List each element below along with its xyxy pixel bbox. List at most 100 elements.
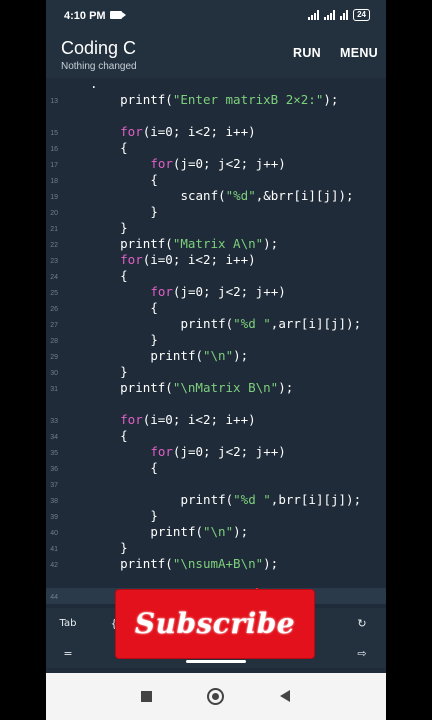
- code-line[interactable]: 39}: [46, 508, 386, 524]
- code-line[interactable]: 19 scanf("%d",&brr[i][j]);: [46, 188, 386, 204]
- code-text: }: [150, 508, 158, 524]
- code-token: printf(: [120, 236, 173, 251]
- code-line[interactable]: 42 printf("\nsumA+B\n");: [46, 556, 386, 572]
- code-line[interactable]: 28}: [46, 332, 386, 348]
- line-number: 34: [50, 434, 58, 441]
- code-line[interactable]: 23 for(i=0; i<2; i++): [46, 252, 386, 268]
- code-token: {: [120, 140, 128, 155]
- code-line[interactable]: 29 printf("\n");: [46, 348, 386, 364]
- code-text: {: [120, 268, 128, 284]
- code-editor[interactable]: . 13 printf("Enter matrixB 2×2:"); 15 for(i=…: [46, 78, 386, 608]
- code-token: printf(: [120, 92, 173, 107]
- code-line[interactable]: 40 printf("\n");: [46, 524, 386, 540]
- code-line[interactable]: .: [46, 78, 386, 92]
- code-line[interactable]: 18 {: [46, 172, 386, 188]
- code-line[interactable]: 17 for(j=0; j<2; j++): [46, 156, 386, 172]
- code-token: {: [150, 172, 158, 187]
- code-token: (i=0; i<2; i++): [142, 412, 256, 427]
- back-icon[interactable]: [280, 690, 290, 702]
- code-text: for(i=0; i<2; i++): [120, 124, 255, 140]
- code-text: printf("\nsumA+B\n");: [120, 556, 278, 572]
- symbol-key[interactable]: ↻: [357, 610, 366, 638]
- line-number: 35: [50, 450, 58, 457]
- gesture-bar: [186, 660, 246, 663]
- code-token: printf(: [180, 316, 234, 331]
- signal-icon-2: [324, 10, 336, 20]
- code-line[interactable]: [46, 396, 386, 412]
- line-number: 33: [50, 418, 58, 425]
- subscribe-button[interactable]: Subscribe: [116, 590, 314, 658]
- symbol-key[interactable]: Tab: [60, 610, 77, 638]
- run-button[interactable]: RUN: [293, 46, 321, 60]
- app-subtitle: Nothing changed: [61, 61, 137, 72]
- menu-button[interactable]: MENU: [340, 46, 378, 60]
- line-number: 19: [50, 194, 58, 201]
- keyword-token: for: [150, 444, 173, 459]
- code-token: (j=0; j<2; j++): [172, 156, 286, 171]
- wifi-icon: [340, 10, 349, 20]
- code-line[interactable]: 30}: [46, 364, 386, 380]
- code-line[interactable]: 25 for(j=0; j<2; j++): [46, 284, 386, 300]
- home-icon[interactable]: [207, 688, 224, 705]
- symbol-key[interactable]: =: [63, 640, 72, 668]
- recents-icon[interactable]: [141, 691, 152, 702]
- code-token: }: [150, 332, 158, 347]
- code-line[interactable]: 34 {: [46, 428, 386, 444]
- code-line[interactable]: 37: [46, 476, 386, 492]
- code-line[interactable]: 31 printf("\nMatrix B\n");: [46, 380, 386, 396]
- code-token: (i=0; i<2; i++): [142, 252, 256, 267]
- signal-icon: [308, 10, 320, 20]
- code-line[interactable]: 33 for(i=0; i<2; i++): [46, 412, 386, 428]
- code-line[interactable]: 13 printf("Enter matrixB 2×2:");: [46, 92, 386, 108]
- code-line[interactable]: 16 {: [46, 140, 386, 156]
- code-line[interactable]: 21}: [46, 220, 386, 236]
- line-number: 28: [50, 338, 58, 345]
- string-token: "%d ": [233, 492, 271, 507]
- code-text: for(j=0; j<2; j++): [150, 444, 285, 460]
- line-number: 37: [50, 482, 58, 489]
- code-token: {: [150, 300, 158, 315]
- code-text: for(i=0; i<2; i++): [120, 412, 255, 428]
- line-number: 27: [50, 322, 58, 329]
- code-line[interactable]: 36 {: [46, 460, 386, 476]
- code-text: printf("\nMatrix B\n");: [120, 380, 293, 396]
- string-token: "Matrix A\n": [172, 236, 264, 251]
- string-token: "\nsumA+B\n": [172, 556, 264, 571]
- line-number: 30: [50, 370, 58, 377]
- code-line[interactable]: 20}: [46, 204, 386, 220]
- code-token: printf(: [120, 380, 173, 395]
- code-line[interactable]: [46, 108, 386, 124]
- string-token: "\n": [203, 524, 234, 539]
- code-token: scanf(: [180, 188, 226, 203]
- code-token: ,brr[i][j]);: [270, 492, 362, 507]
- line-number: 40: [50, 530, 58, 537]
- code-line[interactable]: 35 for(j=0; j<2; j++): [46, 444, 386, 460]
- code-line[interactable]: 24 {: [46, 268, 386, 284]
- code-token: .: [90, 78, 98, 91]
- code-text: for(j=0; j<2; j++): [150, 284, 285, 300]
- code-text: for(j=0; j<2; j++): [150, 156, 285, 172]
- code-token: {: [120, 268, 128, 283]
- line-number: 39: [50, 514, 58, 521]
- code-text: {: [120, 140, 128, 156]
- code-token: {: [120, 428, 128, 443]
- code-token: (i=0; i<2; i++): [142, 124, 256, 139]
- string-token: "Enter matrixB 2×2:": [172, 92, 324, 107]
- code-line[interactable]: [46, 572, 386, 588]
- keyword-token: for: [120, 252, 143, 267]
- code-text: printf("%d ",brr[i][j]);: [180, 492, 361, 508]
- code-line[interactable]: 15 for(i=0; i<2; i++): [46, 124, 386, 140]
- code-line[interactable]: 22 printf("Matrix A\n");: [46, 236, 386, 252]
- code-token: ,arr[i][j]);: [270, 316, 362, 331]
- symbol-key[interactable]: ⇨: [357, 640, 366, 668]
- code-text: printf("\n");: [150, 524, 248, 540]
- line-number: 22: [50, 242, 58, 249]
- code-text: {: [150, 172, 158, 188]
- code-line[interactable]: 41}: [46, 540, 386, 556]
- code-line[interactable]: 27 printf("%d ",arr[i][j]);: [46, 316, 386, 332]
- line-number: 42: [50, 562, 58, 569]
- code-text: printf("Matrix A\n");: [120, 236, 278, 252]
- code-line[interactable]: 26 {: [46, 300, 386, 316]
- code-token: );: [233, 348, 249, 363]
- code-line[interactable]: 38 printf("%d ",brr[i][j]);: [46, 492, 386, 508]
